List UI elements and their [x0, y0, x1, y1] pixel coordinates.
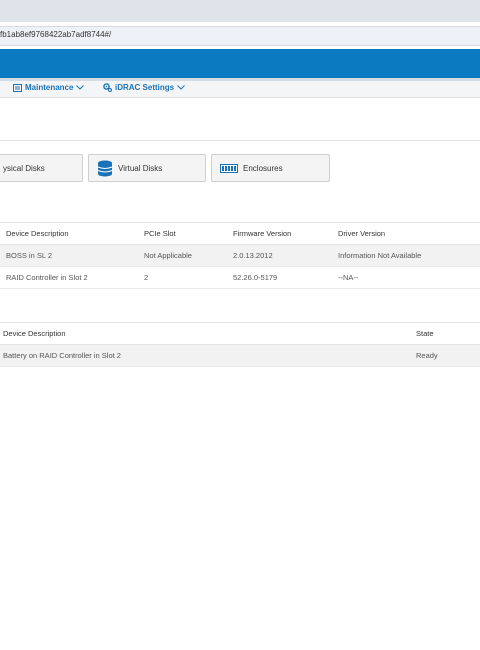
gear-icon: [103, 83, 112, 92]
column-header[interactable]: Device Description: [0, 223, 144, 245]
column-header[interactable]: PCIe Slot: [144, 223, 233, 245]
column-header[interactable]: State: [416, 323, 480, 345]
column-header[interactable]: Device Description: [0, 323, 416, 345]
table-cell: Ready: [416, 351, 438, 360]
table-header-row: Device Description PCIe Slot Firmware Ve…: [0, 222, 480, 245]
menu-item-maintenance-label: Maintenance: [25, 83, 74, 92]
table-cell: 2.0.13.2012: [233, 251, 273, 260]
table-cell: 2: [144, 273, 149, 282]
table-header-row: Device Description State: [0, 322, 480, 345]
table-cell: 52.26.0-5179: [233, 273, 278, 282]
virtual-disks-label: Virtual Disks: [118, 163, 163, 173]
enclosures-button[interactable]: Enclosures: [211, 154, 330, 182]
table-cell: --NA--: [338, 273, 359, 282]
maintenance-icon: [13, 83, 22, 92]
physical-disks-label: ysical Disks: [3, 163, 45, 173]
column-header[interactable]: Firmware Version: [233, 223, 338, 245]
header-banner: [0, 49, 480, 78]
menu-item-idrac-settings[interactable]: iDRAC Settings: [103, 83, 185, 92]
controllers-table: Device Description PCIe Slot Firmware Ve…: [0, 222, 480, 289]
physical-disks-button[interactable]: ysical Disks: [0, 154, 83, 182]
address-bar-url: fb1ab8ef9768422ab7adf8744#/: [0, 30, 112, 39]
chevron-down-icon: [76, 85, 85, 90]
address-bar[interactable]: fb1ab8ef9768422ab7adf8744#/: [0, 26, 480, 46]
table-row[interactable]: RAID Controller in Slot 2 2 52.26.0-5179…: [0, 267, 480, 289]
virtual-disks-button[interactable]: Virtual Disks: [88, 154, 206, 182]
database-icon: [97, 160, 113, 176]
chevron-down-icon: [177, 85, 185, 90]
enclosure-icon: [220, 163, 238, 173]
table-cell: Information Not Available: [338, 251, 422, 260]
main-menu-bar: Maintenance iDRAC Settings: [0, 81, 480, 98]
menu-item-maintenance[interactable]: Maintenance: [13, 83, 85, 92]
table-cell: Not Applicable: [144, 251, 192, 260]
menu-item-idrac-settings-label: iDRAC Settings: [115, 83, 175, 92]
table-cell: RAID Controller in Slot 2: [6, 273, 88, 282]
table-row[interactable]: Battery on RAID Controller in Slot 2 Rea…: [0, 344, 480, 367]
browser-top-strip: [0, 0, 480, 22]
enclosures-label: Enclosures: [243, 163, 283, 173]
section-divider: [0, 140, 480, 141]
table-cell: BOSS in SL 2: [6, 251, 52, 260]
table-cell: Battery on RAID Controller in Slot 2: [3, 351, 121, 360]
table-row[interactable]: BOSS in SL 2 Not Applicable 2.0.13.2012 …: [0, 244, 480, 267]
batteries-table: Device Description State Battery on RAID…: [0, 322, 480, 367]
column-header[interactable]: Driver Version: [338, 223, 480, 245]
